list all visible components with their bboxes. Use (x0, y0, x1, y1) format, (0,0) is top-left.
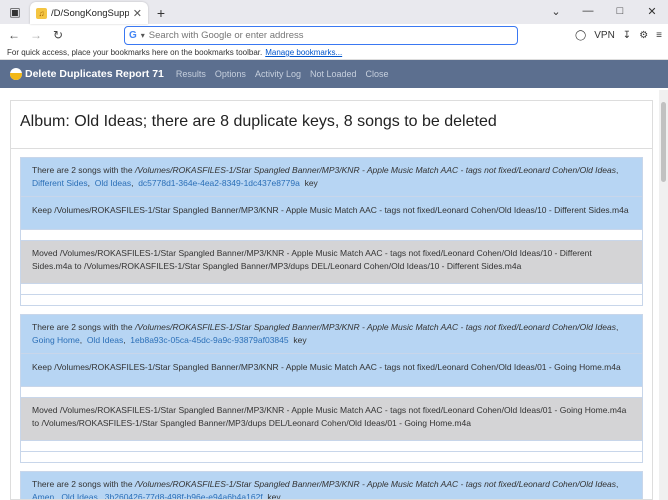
entry-info-row: There are 2 songs with the /Volumes/ROKA… (20, 314, 643, 354)
nav-close[interactable]: Close (366, 69, 389, 79)
album-link[interactable]: Old Ideas (61, 492, 97, 499)
scrollbar-thumb[interactable] (661, 102, 666, 182)
browser-tab[interactable]: ♫ /D/SongKongSupport/cnrokas ✕ (30, 2, 148, 24)
entry-path: /Volumes/ROKASFILES-1/Star Spangled Bann… (135, 479, 616, 489)
key-suffix: key (293, 335, 307, 345)
page-scrollbar[interactable] (659, 90, 668, 500)
back-icon[interactable]: ← (6, 27, 22, 43)
vpn-button[interactable]: VPN (594, 30, 615, 41)
tab-title: /D/SongKongSupport/cnrokas (51, 7, 129, 19)
key-link[interactable]: 3b260426-77d8-498f-b96e-e94a6b4a162f (105, 492, 263, 499)
entry-prefix: There are 2 songs with the (32, 322, 136, 332)
music-favicon-icon: ♫ (36, 7, 47, 19)
window-controls: ⌄ — □ ✕ (540, 0, 668, 22)
spacer-row (20, 387, 643, 398)
nav-not-loaded[interactable]: Not Loaded (310, 69, 357, 79)
keep-row: Keep /Volumes/ROKASFILES-1/Star Spangled… (20, 197, 643, 230)
tab-overview-icon[interactable]: ▣ (4, 1, 26, 23)
song-link[interactable]: Going Home (32, 335, 80, 345)
reload-icon[interactable]: ↻ (50, 27, 66, 43)
entry-info-row: There are 2 songs with the /Volumes/ROKA… (20, 471, 643, 500)
nav-results[interactable]: Results (176, 69, 206, 79)
key-link[interactable]: 1eb8a93c-05ca-45dc-9a9c-93879af03845 (130, 335, 288, 345)
shield-icon[interactable]: ◯ (575, 30, 586, 41)
tab-bar: ▣ ♫ /D/SongKongSupport/cnrokas ✕ + ⌄ — □… (0, 0, 668, 24)
manage-bookmarks-link[interactable]: Manage bookmarks... (265, 48, 342, 57)
moved-row: Moved /Volumes/ROKASFILES-1/Star Spangle… (20, 241, 643, 284)
minimize-icon[interactable]: — (572, 0, 604, 22)
entry-path: /Volumes/ROKASFILES-1/Star Spangled Bann… (135, 165, 616, 175)
moved-row: Moved /Volumes/ROKASFILES-1/Star Spangle… (20, 398, 643, 441)
entry-info-row: There are 2 songs with the /Volumes/ROKA… (20, 157, 643, 197)
spacer-row (20, 441, 643, 452)
app-header: Delete Duplicates Report 71 Results Opti… (0, 60, 668, 88)
spacer-row (20, 284, 643, 295)
report-panel: Album: Old Ideas; there are 8 duplicate … (10, 100, 653, 500)
song-link[interactable]: Different Sides (32, 178, 88, 188)
nav-bar: ← → ↻ G ▾ ◯ VPN ↧ ⚙ ≡ (0, 24, 668, 46)
chevron-down-icon[interactable]: ⌄ (540, 0, 572, 22)
app-logo-icon (10, 68, 22, 80)
keep-row: Keep /Volumes/ROKASFILES-1/Star Spangled… (20, 354, 643, 387)
album-title: Album: Old Ideas; there are 8 duplicate … (11, 101, 652, 149)
spacer-row (20, 230, 643, 241)
close-tab-icon[interactable]: ✕ (133, 7, 142, 20)
duplicate-entry: There are 2 songs with the /Volumes/ROKA… (20, 471, 643, 500)
download-icon[interactable]: ↧ (623, 30, 631, 41)
address-input[interactable] (148, 29, 513, 41)
toolbar-right: ◯ VPN ↧ ⚙ ≡ (575, 30, 662, 41)
menu-icon[interactable]: ≡ (656, 30, 662, 41)
key-suffix: key (304, 178, 318, 188)
song-link[interactable]: Amen (32, 492, 54, 499)
entry-prefix: There are 2 songs with the (32, 479, 136, 489)
spacer-row (20, 452, 643, 463)
album-link[interactable]: Old Ideas (95, 178, 131, 188)
url-bar[interactable]: G ▾ (124, 25, 518, 45)
album-link[interactable]: Old Ideas (87, 335, 123, 345)
key-link[interactable]: dc5778d1-364e-4ea2-8349-1dc437e8779a (138, 178, 300, 188)
google-search-icon[interactable]: G (129, 30, 137, 41)
nav-activity-log[interactable]: Activity Log (255, 69, 301, 79)
chevron-down-icon[interactable]: ▾ (141, 31, 145, 40)
spacer-row (20, 295, 643, 306)
nav-options[interactable]: Options (215, 69, 246, 79)
extensions-icon[interactable]: ⚙ (639, 30, 648, 41)
entry-path: /Volumes/ROKASFILES-1/Star Spangled Bann… (135, 322, 616, 332)
duplicate-entry: There are 2 songs with the /Volumes/ROKA… (20, 157, 643, 306)
bookmarks-text: For quick access, place your bookmarks h… (7, 48, 263, 57)
close-window-icon[interactable]: ✕ (636, 0, 668, 22)
app-title[interactable]: Delete Duplicates Report 71 (25, 68, 164, 80)
key-suffix: key (267, 492, 281, 500)
maximize-icon[interactable]: □ (604, 0, 636, 22)
bookmarks-bar: For quick access, place your bookmarks h… (0, 46, 668, 60)
forward-icon[interactable]: → (28, 27, 44, 43)
new-tab-icon[interactable]: + (152, 2, 170, 24)
duplicate-entry: There are 2 songs with the /Volumes/ROKA… (20, 314, 643, 463)
entry-prefix: There are 2 songs with the (32, 165, 136, 175)
